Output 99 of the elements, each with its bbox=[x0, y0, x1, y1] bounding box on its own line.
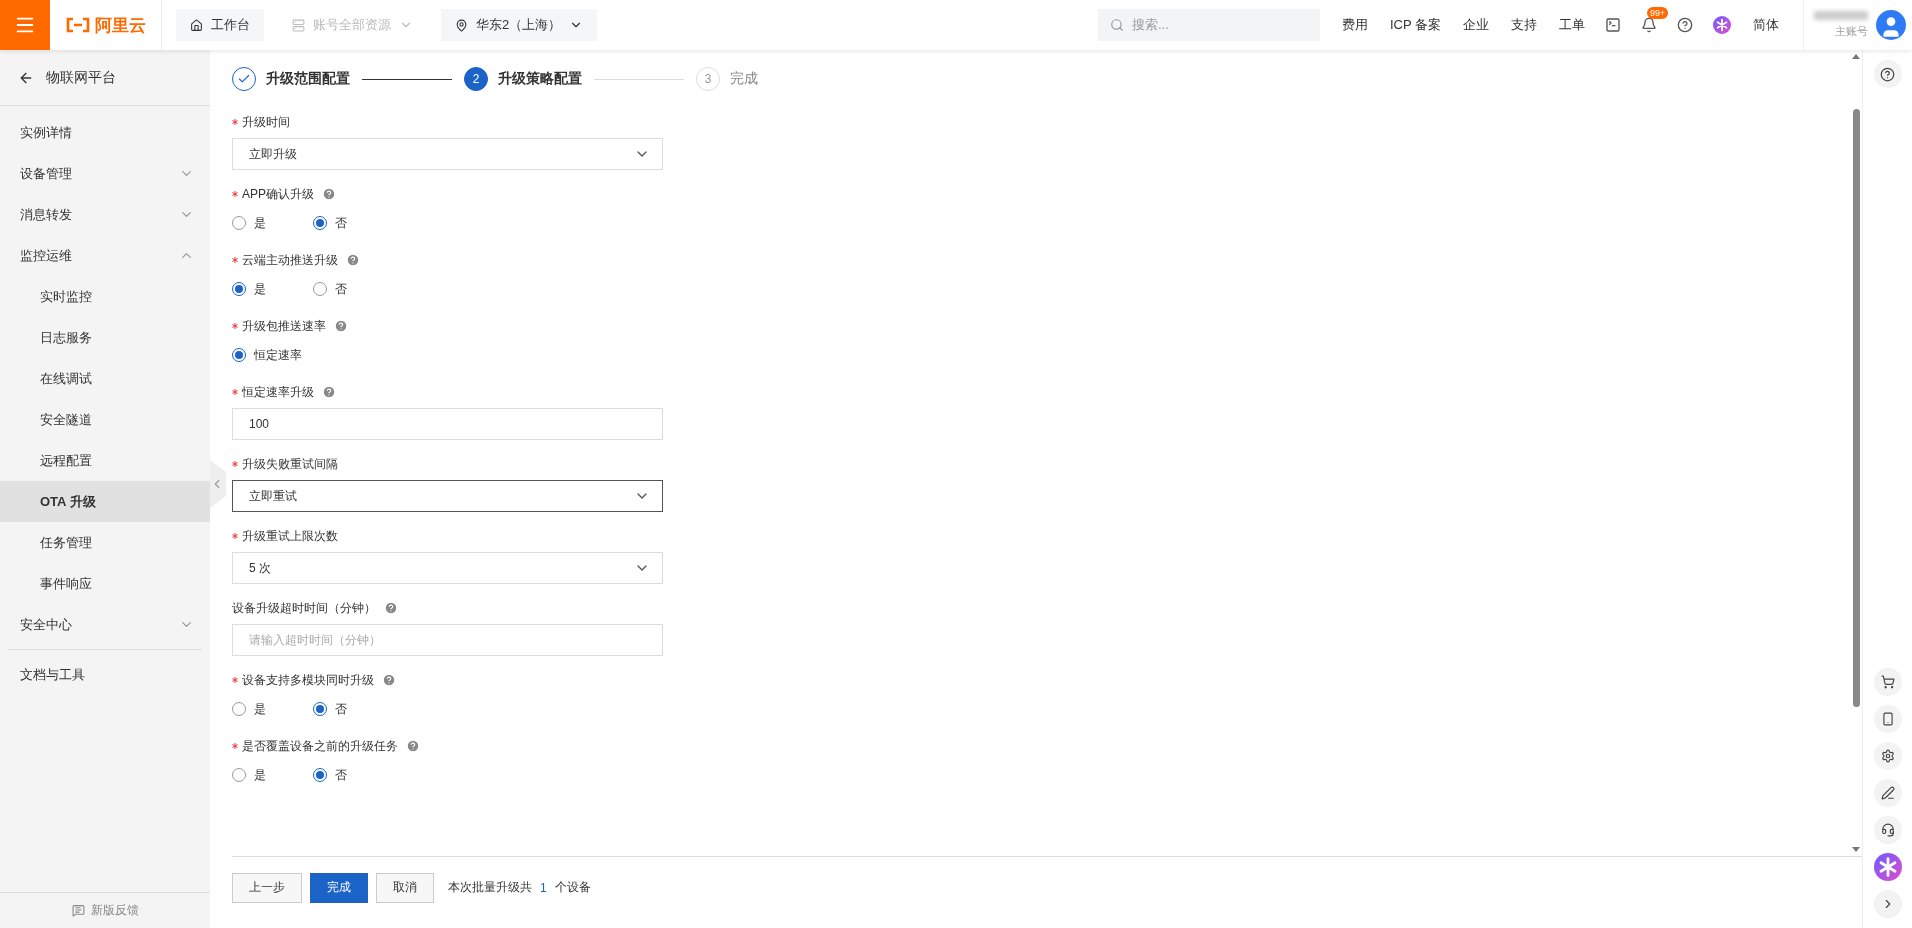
assistant-icon[interactable] bbox=[1713, 16, 1731, 34]
help-button[interactable] bbox=[1873, 60, 1902, 88]
step-label: 完成 bbox=[730, 70, 758, 88]
radio-option[interactable]: 否 bbox=[313, 280, 394, 298]
required-icon bbox=[232, 389, 238, 395]
blurred-name bbox=[1814, 11, 1868, 20]
radio-option[interactable]: 是 bbox=[232, 700, 313, 718]
terminal-icon[interactable] bbox=[1605, 17, 1621, 33]
sidebar-item[interactable]: 任务管理 bbox=[0, 522, 210, 563]
field-label: 升级包推送速率 bbox=[242, 317, 326, 335]
required-icon bbox=[232, 323, 238, 329]
field-label: 恒定速率升级 bbox=[242, 383, 314, 401]
phone-icon bbox=[1880, 712, 1895, 726]
logo-mark-icon bbox=[65, 17, 91, 33]
sidebar-item[interactable]: 监控运维 bbox=[0, 235, 210, 276]
radio-option[interactable]: 是 bbox=[232, 280, 313, 298]
required-icon bbox=[232, 743, 238, 749]
edit-button[interactable] bbox=[1873, 779, 1902, 807]
back-link[interactable]: 物联网平台 bbox=[0, 50, 210, 106]
account-type: 主账号 bbox=[1835, 24, 1868, 39]
radio-option[interactable]: 是 bbox=[232, 766, 313, 784]
top-link[interactable]: 费用 bbox=[1341, 16, 1368, 34]
sidebar-item[interactable]: 事件响应 bbox=[0, 563, 210, 604]
scroll-down-icon[interactable] bbox=[1852, 847, 1860, 852]
avatar[interactable] bbox=[1876, 10, 1906, 40]
help-icon[interactable] bbox=[1677, 17, 1693, 33]
sidebar-item[interactable]: 安全中心 bbox=[0, 604, 210, 645]
input-field[interactable]: 请输入超时时间（分钟） bbox=[232, 624, 663, 656]
scroll-up-icon[interactable] bbox=[1852, 54, 1860, 59]
sidebar-item[interactable]: 在线调试 bbox=[0, 358, 210, 399]
top-link[interactable]: 支持 bbox=[1511, 16, 1537, 34]
radio-option[interactable]: 恒定速率 bbox=[232, 346, 313, 364]
sidebar-item[interactable]: 实时监控 bbox=[0, 276, 210, 317]
footer-button[interactable]: 上一步 bbox=[232, 872, 302, 903]
app-button[interactable] bbox=[1873, 705, 1902, 733]
bell-icon[interactable] bbox=[1641, 17, 1657, 33]
radio-option[interactable]: 否 bbox=[313, 214, 394, 232]
required-icon bbox=[232, 461, 238, 467]
sidebar-item[interactable]: OTA 升级 bbox=[0, 481, 210, 522]
search-icon bbox=[1109, 18, 1124, 32]
required-icon bbox=[232, 191, 238, 197]
field-label: APP确认升级 bbox=[242, 185, 314, 203]
field-label: 是否覆盖设备之前的升级任务 bbox=[242, 737, 398, 755]
pen-icon bbox=[1880, 786, 1895, 800]
field-label: 升级失败重试间隔 bbox=[242, 455, 338, 473]
select-field[interactable]: 立即升级 bbox=[232, 138, 663, 170]
sidebar-item[interactable]: 消息转发 bbox=[0, 194, 210, 235]
language-link[interactable]: 简体 bbox=[1753, 16, 1779, 34]
radio-option[interactable]: 否 bbox=[313, 700, 394, 718]
required-icon bbox=[232, 257, 238, 263]
headset-icon bbox=[1880, 823, 1895, 837]
field-label: 设备升级超时时间（分钟） bbox=[232, 599, 376, 617]
radio-option[interactable]: 是 bbox=[232, 214, 313, 232]
sidebar-item[interactable]: 日志服务 bbox=[0, 317, 210, 358]
settings-button[interactable] bbox=[1873, 742, 1902, 770]
sidebar-item[interactable]: 实例详情 bbox=[0, 112, 210, 153]
step-label: 升级范围配置 bbox=[266, 70, 350, 88]
logo-text: 阿里云 bbox=[95, 14, 146, 37]
help-icon bbox=[1880, 66, 1895, 82]
menu-button[interactable] bbox=[0, 0, 50, 50]
sidebar-item[interactable]: 设备管理 bbox=[0, 153, 210, 194]
sidebar-item[interactable]: 安全隧道 bbox=[0, 399, 210, 440]
input-field[interactable]: 100 bbox=[232, 408, 663, 440]
message-icon bbox=[71, 904, 85, 917]
required-icon bbox=[232, 533, 238, 539]
top-link[interactable]: ICP 备案 bbox=[1389, 16, 1441, 34]
step-indicator: 3 bbox=[696, 67, 720, 91]
assistant-icon[interactable] bbox=[1873, 853, 1902, 881]
summary-text: 个设备 bbox=[554, 879, 591, 896]
required-icon bbox=[232, 119, 238, 125]
step-indicator: 2 bbox=[464, 67, 488, 91]
headset-button[interactable] bbox=[1873, 816, 1902, 844]
notification-badge: 99+ bbox=[1647, 7, 1669, 19]
nav-button[interactable]: 工作台 bbox=[176, 9, 264, 41]
cart-button[interactable] bbox=[1873, 668, 1902, 696]
summary-text: 本次批量升级共 bbox=[448, 879, 532, 896]
home-icon bbox=[190, 18, 203, 32]
field-label: 升级重试上限次数 bbox=[242, 527, 338, 545]
nav-button[interactable]: 华东2（上海） bbox=[441, 9, 598, 41]
field-label: 云端主动推送升级 bbox=[242, 251, 338, 269]
settings-icon bbox=[1880, 749, 1895, 763]
footer-button[interactable]: 完成 bbox=[310, 872, 368, 903]
map-pin-icon bbox=[455, 18, 468, 32]
step-label: 升级策略配置 bbox=[498, 70, 582, 88]
radio-option[interactable]: 否 bbox=[313, 766, 394, 784]
top-link[interactable]: 工单 bbox=[1559, 16, 1585, 34]
select-field[interactable]: 5 次 bbox=[232, 552, 663, 584]
server-icon bbox=[292, 18, 305, 32]
device-count: 1 bbox=[540, 880, 547, 895]
check-icon bbox=[237, 72, 251, 86]
sidebar-item[interactable]: 远程配置 bbox=[0, 440, 210, 481]
field-label: 升级时间 bbox=[242, 113, 290, 131]
required-icon bbox=[232, 677, 238, 683]
select-field[interactable]: 立即重试 bbox=[232, 480, 663, 512]
cart-icon bbox=[1880, 675, 1895, 689]
footer-button[interactable]: 取消 bbox=[376, 872, 434, 903]
sidebar-item[interactable]: 文档与工具 bbox=[0, 654, 210, 695]
top-link[interactable]: 企业 bbox=[1463, 16, 1489, 34]
field-label: 设备支持多模块同时升级 bbox=[242, 671, 374, 689]
